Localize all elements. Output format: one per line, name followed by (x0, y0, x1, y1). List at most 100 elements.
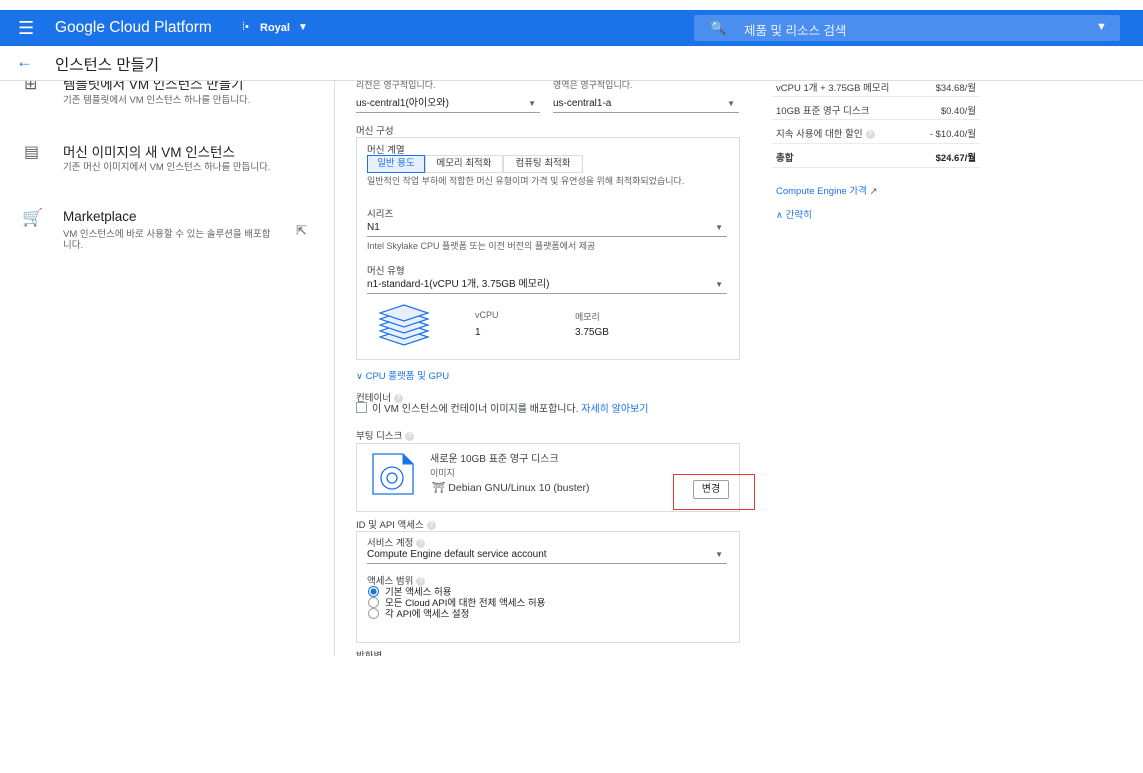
help-icon[interactable]: ? (865, 129, 875, 139)
chevron-down-icon: ▼ (528, 99, 536, 108)
search-dropdown-icon[interactable]: ▼ (1096, 21, 1107, 33)
project-icon: ⁞• (242, 21, 249, 33)
service-account-value: Compute Engine default service account (367, 549, 547, 560)
firewall-label: 방화벽 (356, 650, 382, 656)
open-in-new-icon: ↗ (869, 186, 878, 197)
container-checkbox[interactable] (356, 402, 367, 413)
region-value: us-central1(아이오와) (356, 98, 449, 109)
option-template[interactable]: ⊞ 템플릿에서 VM 인스턴스 만들기 기존 템플릿에서 VM 인스턴스 하나를… (0, 81, 334, 117)
summary-value: $34.68/월 (935, 83, 976, 94)
region-hint: 리전은 영구적입니다. (356, 80, 436, 90)
boot-disk-image-label: 이미지 (430, 468, 455, 478)
total-label: 총합 (776, 153, 794, 164)
tab-general-purpose[interactable]: 일반 용도 (367, 155, 425, 173)
page-title: 인스턴스 만들기 (55, 57, 160, 74)
machine-family-label: 머신 계열 (367, 145, 405, 156)
help-icon[interactable]: ? (426, 520, 436, 530)
container-text-row: 이 VM 인스턴스에 컨테이너 이미지를 배포합니다. 자세히 알아보기 (372, 400, 648, 415)
cart-icon: 🛒 (22, 208, 44, 227)
chevron-down-icon: ▼ (715, 550, 723, 559)
cpu-platform-toggle[interactable]: ∨ CPU 플랫폼 및 GPU (356, 368, 449, 382)
zone-hint: 영역은 영구적입니다. (553, 80, 633, 90)
pricing-link[interactable]: Compute Engine 가격 ↗ (776, 183, 878, 197)
boot-disk-image-row: ⛩ Debian GNU/Linux 10 (buster) (432, 481, 590, 494)
template-icon: ⊞ (24, 81, 38, 93)
total-value: $24.67/월 (935, 153, 976, 164)
summary-value: - $10.40/월 (929, 129, 976, 140)
chevron-down-icon[interactable]: ▼ (298, 22, 308, 33)
machine-stack-icon (378, 304, 430, 346)
disk-icon (372, 453, 414, 495)
machine-type-label: 머신 유형 (367, 266, 405, 277)
region-select[interactable]: us-central1(아이오와) ▼ (356, 96, 540, 113)
collapse-toggle[interactable]: ∧ 간략히 (776, 207, 812, 221)
series-select[interactable]: N1 ▼ (367, 220, 727, 237)
page-title-bar: ← 인스턴스 만들기 (0, 46, 1143, 81)
search-input[interactable]: 제품 및 리소스 검색 (744, 20, 846, 39)
option-desc: 기존 머신 이미지에서 VM 인스턴스 하나를 만듭니다. (63, 162, 271, 173)
machine-image-icon: ▤ (24, 144, 40, 161)
machine-type-select[interactable]: n1-standard-1(vCPU 1개, 3.75GB 메모리) ▼ (367, 277, 727, 294)
chevron-down-icon: ▼ (727, 99, 735, 108)
option-machine-image[interactable]: ▤ 머신 이미지의 새 VM 인스턴스 기존 머신 이미지에서 VM 인스턴스 … (0, 137, 334, 187)
memory-value: 3.75GB (575, 327, 609, 338)
zone-select[interactable]: us-central1-a ▼ (553, 96, 739, 113)
collapse-link-text: 간략히 (785, 210, 812, 221)
boot-disk-label-text: 부팅 디스크 (356, 431, 403, 442)
vcpu-value: 1 (475, 327, 481, 338)
machine-type-value: n1-standard-1(vCPU 1개, 3.75GB 메모리) (367, 279, 550, 290)
machine-config-label: 머신 구성 (356, 126, 394, 137)
shield-icon: ⛩ (432, 482, 446, 494)
menu-icon[interactable]: ☰ (18, 19, 36, 37)
open-external-icon[interactable]: ⇱ (296, 223, 307, 239)
series-value: N1 (367, 222, 380, 233)
option-title: 머신 이미지의 새 VM 인스턴스 (63, 145, 235, 160)
top-app-bar: ☰ Google Cloud Platform ⁞• Royal ▼ 🔍 제품 … (0, 10, 1143, 46)
memory-label: 메모리 (575, 312, 600, 322)
divider (772, 167, 980, 168)
summary-label: vCPU 1개 + 3.75GB 메모리 (776, 83, 890, 94)
radio-full-access[interactable] (368, 597, 379, 608)
cpu-platform-link: CPU 플랫폼 및 GPU (365, 371, 450, 382)
project-selector[interactable]: Royal (260, 22, 290, 34)
option-marketplace[interactable]: 🛒 Marketplace VM 인스턴스에 바로 사용할 수 있는 솔루션을 … (0, 205, 334, 255)
pricing-link-text: Compute Engine 가격 (776, 186, 867, 197)
change-boot-disk-button[interactable]: 변경 (693, 480, 729, 499)
divider (772, 96, 980, 97)
radio-per-api-access[interactable] (368, 608, 379, 619)
family-description: 일반적인 작업 부하에 적합한 머신 유형이며 가격 및 유연성을 위해 최적화… (367, 176, 685, 186)
radio-default-access[interactable] (368, 586, 379, 597)
summary-label: 10GB 표준 영구 디스크 (776, 106, 870, 117)
search-bar[interactable]: 🔍 제품 및 리소스 검색 ▼ (694, 15, 1120, 41)
vcpu-label: vCPU (475, 310, 499, 320)
divider (772, 143, 980, 144)
identity-label-text: ID 및 API 액세스 (356, 520, 424, 531)
tab-compute-optimized[interactable]: 컴퓨팅 최적화 (503, 155, 583, 173)
identity-label: ID 및 API 액세스? (356, 517, 436, 531)
container-check-text: 이 VM 인스턴스에 컨테이너 이미지를 배포합니다. (372, 404, 579, 415)
summary-value: $0.40/월 (940, 106, 976, 117)
option-title: 템플릿에서 VM 인스턴스 만들기 (63, 81, 244, 92)
divider (772, 119, 980, 120)
help-icon[interactable]: ? (405, 431, 415, 441)
chevron-double-up-icon: ∧ (776, 210, 786, 221)
option-desc: 기존 템플릿에서 VM 인스턴스 하나를 만듭니다. (63, 95, 251, 106)
creation-options-panel: ⊞ 템플릿에서 VM 인스턴스 만들기 기존 템플릿에서 VM 인스턴스 하나를… (0, 81, 335, 656)
series-label: 시리즈 (367, 209, 394, 220)
search-icon[interactable]: 🔍 (710, 20, 726, 36)
discount-label: 지속 사용에 대한 할인 (776, 129, 863, 140)
learn-more-link[interactable]: 자세히 알아보기 (581, 404, 648, 415)
back-arrow-icon[interactable]: ← (16, 52, 33, 72)
chevron-down-icon: ▼ (715, 280, 723, 289)
option-desc: VM 인스턴스에 바로 사용할 수 있는 솔루션을 배포합니다. (63, 229, 271, 251)
brand-title[interactable]: Google Cloud Platform (55, 19, 212, 37)
access-option-label: 각 API에 액세스 설정 (385, 609, 470, 620)
tab-memory-optimized[interactable]: 메모리 최적화 (425, 155, 503, 173)
option-title: Marketplace (63, 209, 137, 224)
boot-disk-label: 부팅 디스크? (356, 428, 415, 442)
zone-value: us-central1-a (553, 98, 612, 109)
series-description: Intel Skylake CPU 플랫폼 또는 이전 버전의 플랫폼에서 제공 (367, 241, 596, 251)
summary-label: 지속 사용에 대한 할인? (776, 126, 875, 140)
service-account-select[interactable]: Compute Engine default service account ▼ (367, 547, 727, 564)
boot-disk-image: Debian GNU/Linux 10 (buster) (448, 482, 590, 494)
